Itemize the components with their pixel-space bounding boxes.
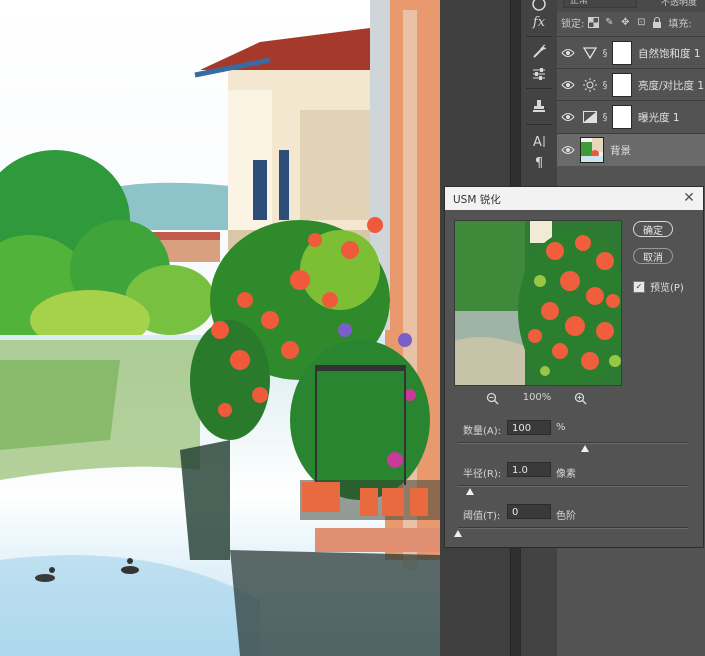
exposure-icon: [581, 108, 599, 126]
visibility-eye-icon[interactable]: [557, 80, 579, 90]
radius-label: 半径(R):: [463, 469, 502, 480]
brush-icon[interactable]: [527, 42, 551, 62]
link-chain-icon[interactable]: §: [599, 48, 611, 59]
svg-text:A: A: [533, 135, 542, 149]
layer-mask-thumbnail[interactable]: [612, 41, 632, 65]
zoom-percentage: 100%: [522, 392, 552, 403]
threshold-input[interactable]: 0: [507, 504, 551, 519]
filter-preview[interactable]: [454, 220, 622, 386]
layer-mask-thumbnail[interactable]: [612, 73, 632, 97]
usm-sharpen-dialog: USM 锐化 ✕ 100% 确定 取消 ✓ 预览(P) 数量(A): 100 %…: [444, 186, 704, 548]
lock-pixels-icon[interactable]: ✎: [602, 15, 616, 29]
dialog-title: USM 锐化: [453, 194, 501, 206]
radius-input[interactable]: 1.0: [507, 462, 551, 477]
amount-input[interactable]: 100: [507, 420, 551, 435]
painted-photo: [0, 0, 440, 656]
zoom-row: 100%: [454, 390, 620, 406]
layer-row-background[interactable]: 背景: [557, 133, 705, 166]
layer-row-vibrance[interactable]: § 自然饱和度 1: [557, 36, 705, 69]
stamp-icon[interactable]: [527, 96, 551, 116]
lock-position-icon[interactable]: ✥: [618, 15, 632, 29]
blend-mode-select[interactable]: 正常: [563, 0, 637, 8]
preview-toggle[interactable]: ✓ 预览(P): [633, 279, 684, 294]
visibility-eye-icon[interactable]: [557, 48, 579, 58]
cancel-button[interactable]: 取消: [633, 248, 673, 264]
document-canvas[interactable]: [0, 0, 440, 656]
ok-button[interactable]: 确定: [633, 221, 673, 237]
radius-slider-thumb[interactable]: [465, 488, 474, 495]
dialog-titlebar[interactable]: USM 锐化 ✕: [445, 187, 703, 210]
layer-name[interactable]: 曝光度 1: [638, 110, 680, 125]
vibrance-icon: [581, 44, 599, 62]
close-icon[interactable]: ✕: [681, 189, 697, 207]
layers-panel-topbar: 正常 不透明度: [557, 0, 705, 12]
link-chain-icon[interactable]: §: [599, 112, 611, 123]
sun-icon: [581, 76, 599, 94]
threshold-label: 阈值(T):: [463, 511, 501, 522]
threshold-unit: 色阶: [556, 511, 576, 522]
toolbar-divider: [526, 88, 552, 89]
radius-unit: 像素: [556, 469, 576, 480]
lock-label: 锁定:: [561, 18, 585, 30]
lock-row: 锁定: ✎ ✥ ⊡ 填充:: [557, 12, 705, 32]
threshold-slider[interactable]: [458, 527, 688, 529]
adjust-sliders-icon[interactable]: [527, 64, 551, 84]
threshold-slider-thumb[interactable]: [454, 530, 462, 537]
layer-name[interactable]: 自然饱和度 1: [638, 46, 701, 61]
character-icon[interactable]: A: [527, 131, 551, 151]
lock-artboard-icon[interactable]: ⊡: [634, 15, 648, 29]
amount-label: 数量(A):: [463, 426, 502, 437]
toolbar-divider: [526, 36, 552, 37]
toolbar-divider: [526, 124, 552, 125]
layer-name[interactable]: 背景: [610, 143, 631, 158]
layer-mask-thumbnail[interactable]: [612, 105, 632, 129]
image-thumbnail[interactable]: [580, 137, 604, 163]
lock-transparent-icon[interactable]: [586, 15, 600, 29]
paragraph-icon[interactable]: ¶: [527, 153, 551, 173]
amount-slider[interactable]: [458, 442, 688, 444]
link-chain-icon[interactable]: §: [599, 80, 611, 91]
lock-all-icon[interactable]: [650, 15, 664, 29]
layer-row-exposure[interactable]: § 曝光度 1: [557, 100, 705, 133]
visibility-eye-icon[interactable]: [557, 145, 579, 155]
opacity-label: 不透明度: [661, 0, 698, 8]
fx-icon[interactable]: fx: [527, 12, 551, 32]
fill-label: 填充:: [668, 18, 692, 30]
amount-slider-thumb[interactable]: [580, 445, 589, 452]
layer-row-brightness-contrast[interactable]: § 亮度/对比度 1: [557, 68, 705, 101]
preview-label: 预览(P): [650, 283, 684, 294]
amount-unit: %: [556, 422, 566, 433]
zoom-in-icon[interactable]: [572, 390, 588, 406]
layer-name[interactable]: 亮度/对比度 1: [638, 78, 704, 93]
preview-checkbox[interactable]: ✓: [633, 280, 645, 293]
radius-slider[interactable]: [458, 485, 688, 487]
visibility-eye-icon[interactable]: [557, 112, 579, 122]
